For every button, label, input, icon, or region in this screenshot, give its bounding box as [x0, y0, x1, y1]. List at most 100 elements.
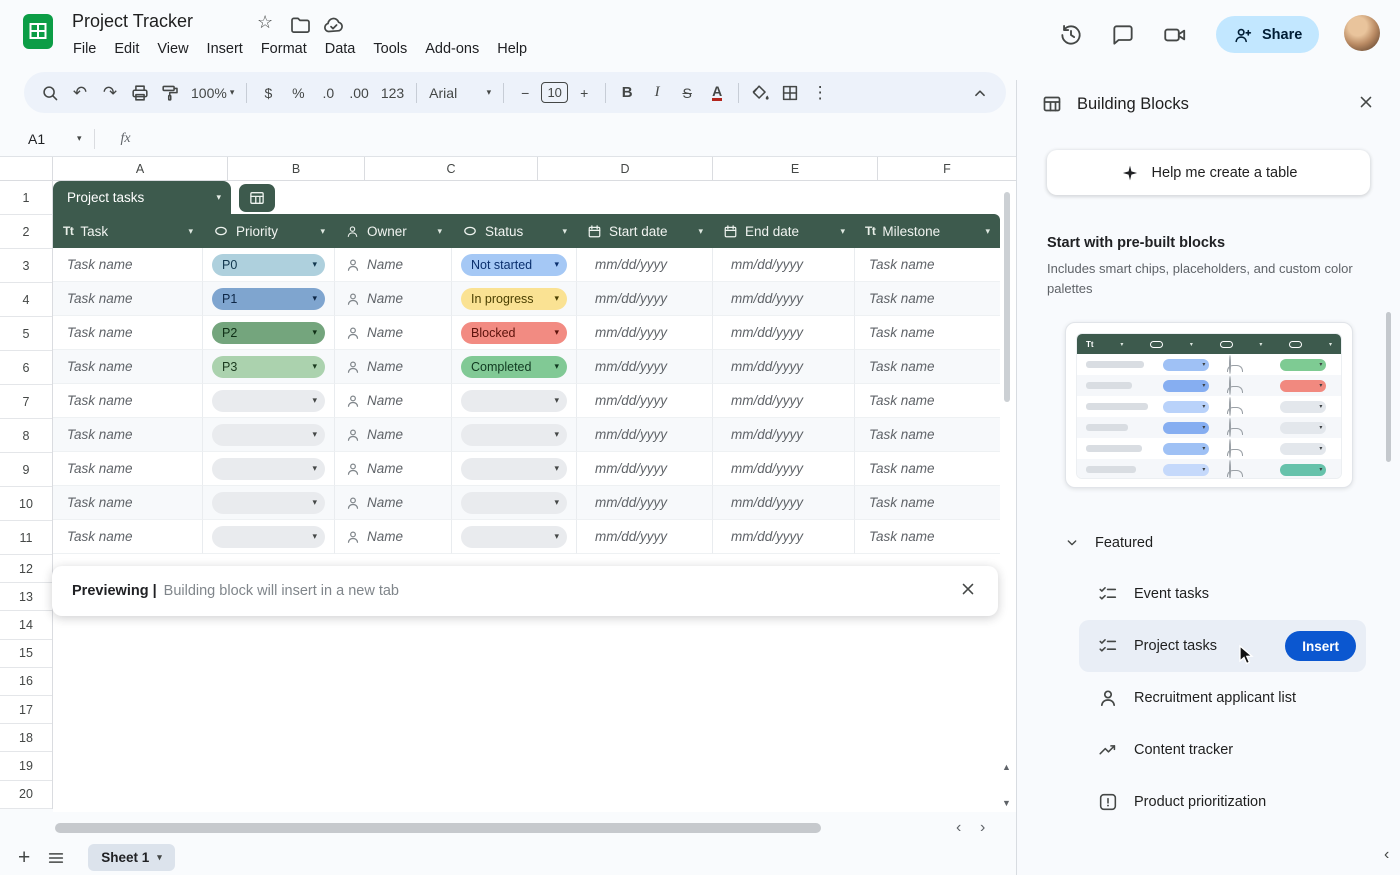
- row-header[interactable]: 2: [0, 215, 52, 249]
- bold-button[interactable]: B: [613, 79, 641, 107]
- priority-chip[interactable]: P3 ▾: [212, 355, 325, 378]
- owner-cell[interactable]: Name: [335, 316, 452, 350]
- sidebar-item-product-prioritization[interactable]: Product prioritization: [1079, 776, 1366, 828]
- start-date-cell[interactable]: mm/dd/yyyy: [577, 486, 713, 520]
- task-cell[interactable]: Task name: [53, 520, 203, 554]
- scroll-up-icon[interactable]: ▲: [1002, 762, 1011, 772]
- row-header[interactable]: 18: [0, 724, 52, 753]
- sidebar-item-content-tracker[interactable]: Content tracker: [1079, 724, 1366, 776]
- sheet-tab-caret-icon[interactable]: ▾: [157, 852, 162, 863]
- priority-chip[interactable]: ▾: [212, 457, 325, 480]
- row-header[interactable]: 13: [0, 583, 52, 612]
- column-menu-caret-icon[interactable]: ▾: [840, 226, 845, 237]
- menu-help[interactable]: Help: [488, 36, 536, 62]
- fill-color-button[interactable]: [746, 79, 774, 107]
- table-title-tab[interactable]: Project tasks ▾: [53, 181, 231, 214]
- add-sheet-button[interactable]: +: [18, 846, 30, 870]
- start-date-cell[interactable]: mm/dd/yyyy: [577, 520, 713, 554]
- document-title[interactable]: Project Tracker: [72, 11, 193, 32]
- column-menu-caret-icon[interactable]: ▾: [188, 226, 193, 237]
- menu-edit[interactable]: Edit: [105, 36, 148, 62]
- column-menu-caret-icon[interactable]: ▾: [985, 226, 990, 237]
- row-header[interactable]: 5: [0, 317, 52, 351]
- row-header[interactable]: 10: [0, 487, 52, 521]
- sheet-tab[interactable]: Sheet 1 ▾: [88, 844, 175, 871]
- status-chip[interactable]: ▾: [461, 389, 567, 412]
- more-toolbar-button[interactable]: ⋮: [806, 79, 834, 107]
- task-cell[interactable]: Task name: [53, 248, 203, 282]
- search-button[interactable]: [36, 79, 64, 107]
- horizontal-scrollbar[interactable]: [55, 823, 821, 833]
- scroll-right-icon[interactable]: ›: [980, 819, 985, 837]
- milestone-cell[interactable]: Task name: [855, 316, 1000, 350]
- select-all-corner[interactable]: [0, 157, 53, 180]
- status-cell[interactable]: ▾: [452, 452, 577, 486]
- table-header-task[interactable]: Tt Task ▾: [53, 214, 203, 248]
- milestone-cell[interactable]: Task name: [855, 486, 1000, 520]
- row-header[interactable]: 9: [0, 453, 52, 487]
- row-header[interactable]: 20: [0, 781, 52, 809]
- table-header-priority[interactable]: Priority ▾: [203, 214, 335, 248]
- priority-cell[interactable]: ▾: [203, 384, 335, 418]
- help-create-table-button[interactable]: Help me create a table: [1047, 150, 1370, 195]
- start-date-cell[interactable]: mm/dd/yyyy: [577, 350, 713, 384]
- scroll-down-icon[interactable]: ▼: [1002, 798, 1011, 808]
- priority-chip[interactable]: ▾: [212, 491, 325, 514]
- move-folder-icon[interactable]: [289, 15, 311, 35]
- column-header-c[interactable]: C: [365, 157, 538, 180]
- print-button[interactable]: [126, 79, 154, 107]
- column-header-b[interactable]: B: [228, 157, 365, 180]
- row-header[interactable]: 8: [0, 419, 52, 453]
- end-date-cell[interactable]: mm/dd/yyyy: [713, 282, 855, 316]
- table-header-status[interactable]: Status ▾: [452, 214, 577, 248]
- milestone-cell[interactable]: Task name: [855, 384, 1000, 418]
- owner-cell[interactable]: Name: [335, 486, 452, 520]
- column-menu-caret-icon[interactable]: ▾: [320, 226, 325, 237]
- row-header[interactable]: 19: [0, 752, 52, 781]
- status-chip[interactable]: ▾: [461, 525, 567, 548]
- start-date-cell[interactable]: mm/dd/yyyy: [577, 316, 713, 350]
- collapse-panel-icon[interactable]: ‹: [1384, 846, 1389, 864]
- menu-file[interactable]: File: [64, 36, 105, 62]
- strikethrough-button[interactable]: S: [673, 79, 701, 107]
- column-menu-caret-icon[interactable]: ▾: [562, 226, 567, 237]
- status-cell[interactable]: Not started ▾: [452, 248, 577, 282]
- task-cell[interactable]: Task name: [53, 384, 203, 418]
- redo-button[interactable]: ↷: [96, 79, 124, 107]
- share-button[interactable]: Share: [1216, 16, 1320, 53]
- menu-addons[interactable]: Add-ons: [416, 36, 488, 62]
- menu-tools[interactable]: Tools: [364, 36, 416, 62]
- toast-close-button[interactable]: [958, 579, 978, 604]
- borders-button[interactable]: [776, 79, 804, 107]
- end-date-cell[interactable]: mm/dd/yyyy: [713, 384, 855, 418]
- featured-section-header[interactable]: Featured: [1017, 534, 1400, 552]
- start-date-cell[interactable]: mm/dd/yyyy: [577, 248, 713, 282]
- insert-button[interactable]: Insert: [1285, 631, 1356, 661]
- sidebar-item-project-tasks[interactable]: Project tasks Insert: [1079, 620, 1366, 672]
- increase-decimals-button[interactable]: .00: [344, 79, 373, 107]
- account-avatar[interactable]: [1344, 15, 1380, 51]
- task-cell[interactable]: Task name: [53, 452, 203, 486]
- priority-chip[interactable]: ▾: [212, 423, 325, 446]
- milestone-cell[interactable]: Task name: [855, 248, 1000, 282]
- column-header-d[interactable]: D: [538, 157, 713, 180]
- decrease-decimals-button[interactable]: .0: [314, 79, 342, 107]
- row-header[interactable]: 14: [0, 611, 52, 640]
- priority-chip[interactable]: P0 ▾: [212, 253, 325, 276]
- owner-cell[interactable]: Name: [335, 520, 452, 554]
- priority-cell[interactable]: ▾: [203, 520, 335, 554]
- status-chip[interactable]: ▾: [461, 491, 567, 514]
- cloud-status-icon[interactable]: [322, 15, 346, 35]
- row-header[interactable]: 15: [0, 640, 52, 668]
- milestone-cell[interactable]: Task name: [855, 452, 1000, 486]
- status-cell[interactable]: ▾: [452, 486, 577, 520]
- end-date-cell[interactable]: mm/dd/yyyy: [713, 350, 855, 384]
- row-header[interactable]: 1: [0, 181, 52, 215]
- row-header[interactable]: 16: [0, 668, 52, 696]
- sidebar-item-event-tasks[interactable]: Event tasks: [1079, 568, 1366, 620]
- paint-format-button[interactable]: [156, 79, 184, 107]
- table-options-button[interactable]: [239, 184, 275, 212]
- sidebar-close-button[interactable]: [1356, 92, 1376, 117]
- priority-cell[interactable]: P0 ▾: [203, 248, 335, 282]
- name-box-caret-icon[interactable]: ▾: [77, 133, 82, 144]
